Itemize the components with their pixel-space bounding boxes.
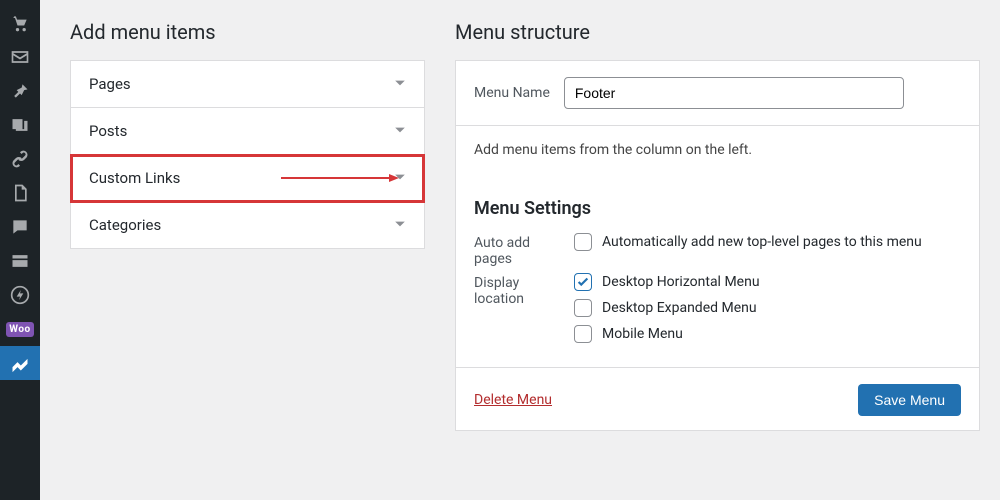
menu-structure-column: Menu structure Menu Name Add menu items …	[455, 20, 980, 500]
location-option[interactable]: Desktop Expanded Menu	[574, 299, 961, 317]
option-label: Mobile Menu	[602, 326, 683, 342]
pages-icon[interactable]	[0, 176, 40, 210]
mail-icon[interactable]	[0, 40, 40, 74]
location-option[interactable]: Desktop Horizontal Menu	[574, 273, 961, 291]
woo-icon[interactable]: Woo	[0, 312, 40, 346]
option-label: Desktop Expanded Menu	[602, 300, 757, 316]
chevron-down-icon	[394, 122, 406, 140]
cart-icon[interactable]	[0, 6, 40, 40]
auto-add-label: Auto add pages	[474, 233, 554, 267]
main-content: Add menu items Pages Posts Custom Links …	[40, 0, 1000, 500]
delete-menu-link[interactable]: Delete Menu	[474, 392, 552, 408]
checkbox-icon[interactable]	[574, 233, 592, 251]
checkbox-icon[interactable]	[574, 273, 592, 291]
display-location-setting: Display location Desktop Horizontal Menu…	[474, 273, 961, 351]
display-location-label: Display location	[474, 273, 554, 351]
accordion-label: Categories	[89, 216, 161, 234]
auto-add-setting: Auto add pages Automatically add new top…	[474, 233, 961, 267]
chevron-down-icon	[394, 216, 406, 234]
accordion-label: Custom Links	[89, 169, 180, 187]
menu-name-row: Menu Name	[474, 77, 961, 109]
menu-settings-heading: Menu Settings	[474, 198, 961, 219]
menu-structure-panel: Menu Name Add menu items from the column…	[455, 60, 980, 431]
pin-icon[interactable]	[0, 74, 40, 108]
auto-add-option[interactable]: Automatically add new top-level pages to…	[574, 233, 961, 251]
empty-menu-hint: Add menu items from the column on the le…	[474, 142, 961, 158]
media-icon[interactable]	[0, 108, 40, 142]
menu-items-accordion: Pages Posts Custom Links Categories	[70, 60, 425, 249]
menu-name-label: Menu Name	[474, 85, 550, 101]
chevron-down-icon	[394, 75, 406, 93]
panel-footer: Delete Menu Save Menu	[474, 384, 961, 416]
comment-icon[interactable]	[0, 210, 40, 244]
block-icon[interactable]	[0, 244, 40, 278]
menu-name-input[interactable]	[564, 77, 904, 109]
checkbox-icon[interactable]	[574, 325, 592, 343]
admin-sidebar: Woo	[0, 0, 40, 500]
divider	[456, 125, 979, 126]
annotation-arrow-icon	[281, 169, 401, 187]
add-menu-items-heading: Add menu items	[70, 20, 425, 44]
link-icon[interactable]	[0, 142, 40, 176]
accordion-item-custom-links[interactable]: Custom Links	[71, 155, 424, 202]
divider	[456, 367, 979, 368]
save-menu-button[interactable]: Save Menu	[858, 384, 961, 416]
accordion-item-posts[interactable]: Posts	[71, 108, 424, 155]
accordion-item-categories[interactable]: Categories	[71, 202, 424, 248]
location-option[interactable]: Mobile Menu	[574, 325, 961, 343]
accordion-label: Pages	[89, 75, 131, 93]
checkbox-icon[interactable]	[574, 299, 592, 317]
accordion-label: Posts	[89, 122, 127, 140]
add-menu-items-column: Add menu items Pages Posts Custom Links …	[70, 20, 425, 500]
bolt-icon[interactable]	[0, 278, 40, 312]
option-label: Automatically add new top-level pages to…	[602, 234, 922, 250]
menu-structure-heading: Menu structure	[455, 20, 980, 44]
accordion-item-pages[interactable]: Pages	[71, 61, 424, 108]
tools-icon[interactable]	[0, 346, 40, 380]
option-label: Desktop Horizontal Menu	[602, 274, 760, 290]
